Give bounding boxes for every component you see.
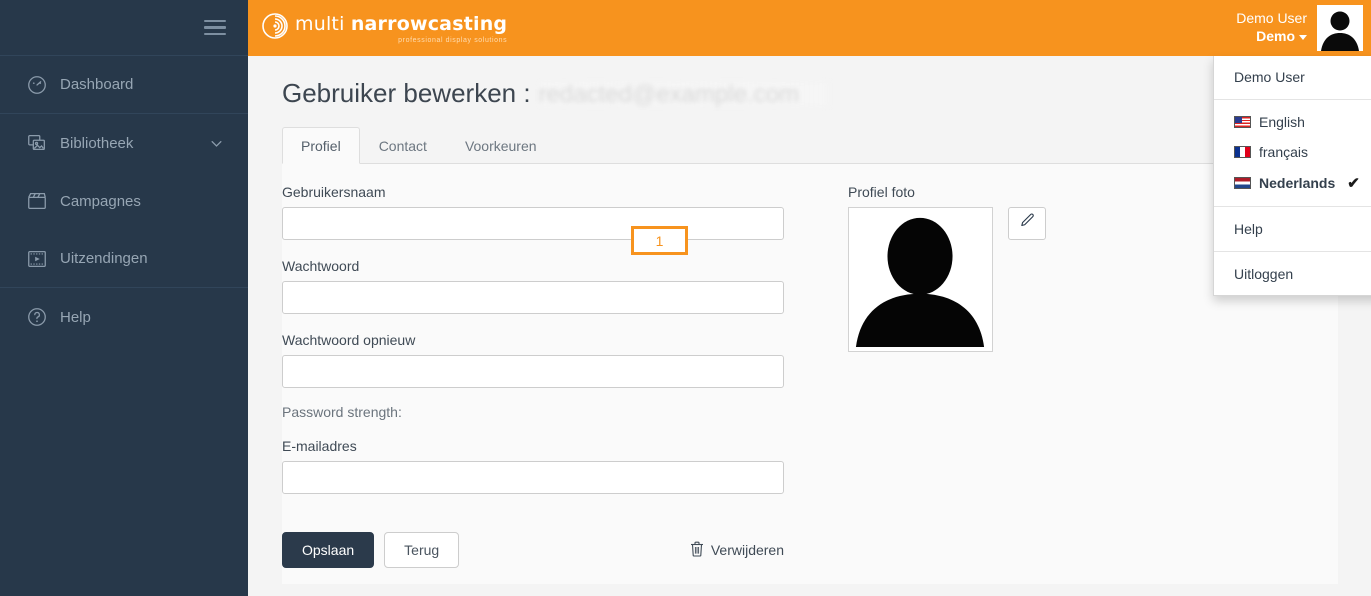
dropdown-language-label: English <box>1259 114 1305 130</box>
tab-contact[interactable]: Contact <box>360 127 446 164</box>
page-title-prefix: Gebruiker bewerken : <box>282 78 531 108</box>
sidebar-item-uitzendingen[interactable]: Uitzendingen <box>0 230 248 288</box>
email-input[interactable] <box>282 461 784 494</box>
dropdown-item-francais[interactable]: français <box>1214 137 1371 167</box>
username-label: Gebruikersnaam <box>282 184 386 200</box>
profile-photo-label: Profiel foto <box>848 184 915 200</box>
form-right-column: Profiel foto <box>816 184 1047 584</box>
sidebar-item-label: Dashboard <box>60 76 134 93</box>
dropdown-item-username[interactable]: Demo User <box>1214 62 1371 92</box>
dropdown-language-label: Nederlands <box>1259 175 1336 191</box>
app-root: Dashboard Bibliotheek Campagnes Uitzendi… <box>0 0 1371 596</box>
trash-icon <box>690 541 704 560</box>
logo-tagline: professional display solutions <box>398 36 508 44</box>
avatar[interactable] <box>1317 5 1363 51</box>
edit-photo-button[interactable] <box>1008 207 1047 240</box>
profile-photo[interactable] <box>848 207 993 352</box>
email-label: E-mailadres <box>282 438 357 454</box>
caret-down-icon[interactable] <box>1299 34 1307 40</box>
form-actions: Opslaan Terug Verwijderen <box>282 532 784 568</box>
delete-button[interactable]: Verwijderen <box>690 541 784 560</box>
brand-logo[interactable]: multi narrowcasting professional display… <box>262 12 508 44</box>
username-input[interactable] <box>282 207 784 240</box>
user-dropdown-menu: Demo User English français Nederlands ✔ … <box>1213 56 1371 296</box>
password-input[interactable] <box>282 281 784 314</box>
sidebar-item-label: Bibliotheek <box>60 134 134 152</box>
dropdown-item-english[interactable]: English <box>1214 107 1371 137</box>
tab-bar: Profiel Contact Voorkeuren <box>282 127 1371 164</box>
flag-fr-icon <box>1234 146 1251 158</box>
save-button[interactable]: Opslaan <box>282 532 375 568</box>
sidebar-item-help[interactable]: Help <box>0 288 248 346</box>
delete-button-label: Verwijderen <box>710 542 784 558</box>
main-content: Gebruiker bewerken : redacted@example.co… <box>248 56 1371 596</box>
page-title: Gebruiker bewerken : redacted@example.co… <box>282 78 1371 109</box>
page-title-redacted-value: redacted@example.com <box>538 81 829 107</box>
user-fullname: Demo User <box>1236 10 1307 27</box>
flag-nl-icon <box>1234 177 1251 189</box>
check-icon: ✔ <box>1347 175 1360 192</box>
user-account-name: Demo <box>1256 28 1295 44</box>
password-repeat-label: Wachtwoord opnieuw <box>282 332 416 348</box>
annotation-marker-1: 1 <box>631 226 688 255</box>
sidebar-item-campagnes[interactable]: Campagnes <box>0 172 248 230</box>
sidebar: Dashboard Bibliotheek Campagnes Uitzendi… <box>0 0 248 596</box>
chevron-down-icon[interactable] <box>209 136 224 151</box>
sidebar-item-label: Campagnes <box>60 192 141 210</box>
top-header: multi narrowcasting professional display… <box>248 0 1371 56</box>
user-menu-trigger[interactable]: Demo User Demo <box>1236 0 1371 56</box>
password-repeat-input[interactable] <box>282 355 784 388</box>
gauge-icon <box>14 74 60 96</box>
flag-us-icon <box>1234 116 1251 128</box>
spiral-logo-icon <box>262 12 288 44</box>
question-circle-icon <box>14 306 60 328</box>
form-left-column: Gebruikersnaam Wachtwoord Wachtwoord opn… <box>282 184 816 584</box>
logo-word-multi: multi <box>295 12 351 35</box>
tab-profiel[interactable]: Profiel <box>282 127 360 164</box>
profile-form-panel: Gebruikersnaam Wachtwoord Wachtwoord opn… <box>282 164 1338 584</box>
dropdown-item-help[interactable]: Help <box>1214 214 1371 244</box>
sidebar-item-dashboard[interactable]: Dashboard <box>0 56 248 114</box>
dropdown-item-nederlands[interactable]: Nederlands ✔ <box>1214 167 1371 199</box>
sidebar-item-bibliotheek[interactable]: Bibliotheek <box>0 114 248 172</box>
sidebar-item-label: Uitzendingen <box>60 250 148 267</box>
sidebar-header <box>0 0 248 56</box>
password-label: Wachtwoord <box>282 258 360 274</box>
sidebar-item-label: Help <box>60 308 91 326</box>
dropdown-item-logout[interactable]: Uitloggen <box>1214 259 1371 289</box>
film-play-icon <box>14 248 60 270</box>
dropdown-separator <box>1214 99 1371 100</box>
logo-word-narrowcasting: narrowcasting <box>350 12 508 35</box>
dropdown-separator <box>1214 206 1371 207</box>
dropdown-language-label: français <box>1259 144 1309 160</box>
images-icon <box>14 132 60 154</box>
clapperboard-icon <box>14 190 60 212</box>
password-strength-label: Password strength: <box>282 404 402 420</box>
dropdown-separator <box>1214 251 1371 252</box>
back-button[interactable]: Terug <box>384 532 460 568</box>
tab-voorkeuren[interactable]: Voorkeuren <box>446 127 556 164</box>
hamburger-menu-icon[interactable] <box>204 16 226 40</box>
